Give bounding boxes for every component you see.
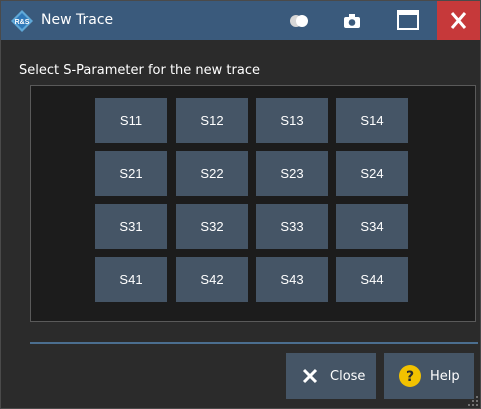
help-icon: ? [399, 365, 421, 387]
sparam-button-s13[interactable]: S13 [256, 98, 328, 143]
maximize-icon[interactable] [395, 8, 421, 34]
resize-grip-icon[interactable] [467, 395, 479, 407]
sparam-button-s11[interactable]: S11 [95, 98, 167, 143]
window-title: New Trace [41, 12, 114, 28]
close-icon [302, 368, 318, 384]
sparam-button-s44[interactable]: S44 [336, 257, 408, 302]
sparam-button-s14[interactable]: S14 [336, 98, 408, 143]
svg-text:?: ? [406, 369, 414, 385]
new-trace-dialog: R&S New Trace Select S-Parameter for the… [0, 0, 481, 409]
help-button[interactable]: ? Help [384, 353, 474, 399]
close-window-button[interactable] [437, 1, 480, 40]
sparam-button-s33[interactable]: S33 [256, 204, 328, 249]
prompt-label: Select S-Parameter for the new trace [19, 63, 260, 78]
svg-text:R&S: R&S [15, 19, 30, 26]
sparam-button-s41[interactable]: S41 [95, 257, 167, 302]
sparam-button-s43[interactable]: S43 [256, 257, 328, 302]
sparam-button-s31[interactable]: S31 [95, 204, 167, 249]
sparam-button-s22[interactable]: S22 [176, 151, 248, 196]
camera-icon[interactable] [343, 11, 361, 31]
sparam-button-s34[interactable]: S34 [336, 204, 408, 249]
close-button-label: Close [330, 368, 366, 384]
close-icon [450, 12, 467, 29]
sparam-button-s42[interactable]: S42 [176, 257, 248, 302]
sparam-button-s32[interactable]: S32 [176, 204, 248, 249]
sparam-button-s23[interactable]: S23 [256, 151, 328, 196]
help-button-label: Help [430, 368, 460, 384]
sparameter-grid: S11 S12 S13 S14 S21 S22 S23 S24 S31 S32 … [30, 85, 476, 322]
close-button[interactable]: Close [286, 353, 376, 399]
title-bar[interactable]: R&S New Trace [1, 1, 480, 40]
footer-divider [30, 342, 478, 344]
sparam-button-s24[interactable]: S24 [336, 151, 408, 196]
toggle-icon[interactable] [289, 11, 309, 31]
sparam-button-s21[interactable]: S21 [95, 151, 167, 196]
sparam-button-s12[interactable]: S12 [176, 98, 248, 143]
rs-logo-icon: R&S [11, 10, 33, 32]
